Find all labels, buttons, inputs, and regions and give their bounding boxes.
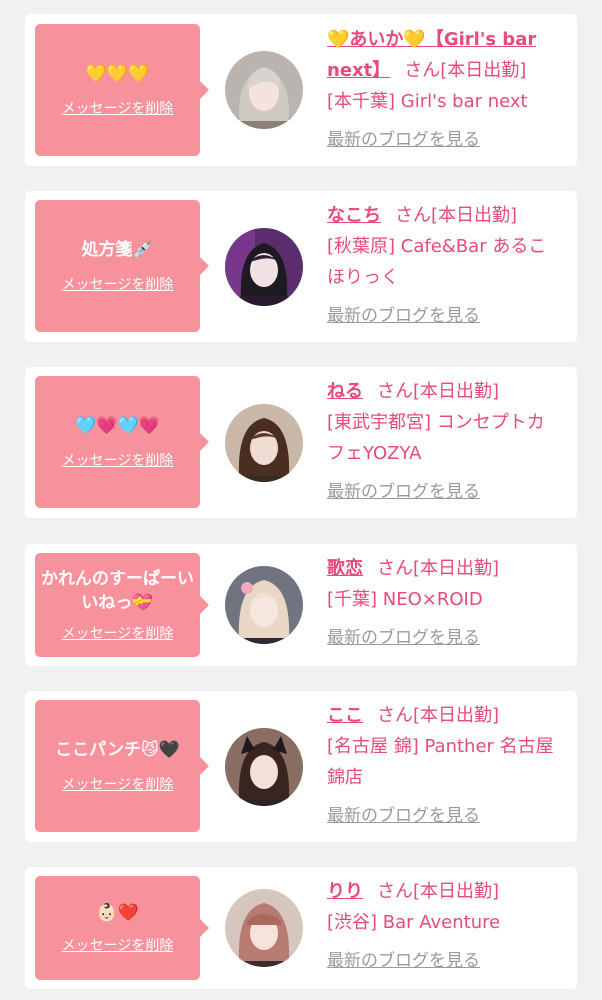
cast-info: ねる さん[本日出勤] [東武宇都宮] コンセプトカフェYOZYA 最新のブログを…	[327, 376, 559, 508]
shop-name: [名古屋 錦] Panther 名古屋錦店	[327, 736, 554, 788]
honorific: さん	[377, 881, 413, 902]
delete-message-link[interactable]: メッセージを削除	[62, 774, 174, 794]
shop-name: [渋谷] Bar Aventure	[327, 912, 501, 933]
honorific: さん	[395, 205, 431, 226]
shop-name: [千葉] NEO×ROID	[327, 589, 483, 610]
message-card: ここパンチ😼🖤 メッセージを削除 ここ さん[本日出勤] [名古屋 錦] Pant…	[25, 691, 577, 842]
status-badge: [本日出勤]	[431, 205, 518, 226]
avatar[interactable]	[225, 228, 303, 306]
avatar[interactable]	[225, 404, 303, 482]
cast-info: りり さん[本日出勤] [渋谷] Bar Aventure 最新のブログを見る	[327, 876, 559, 977]
latest-blog-link[interactable]: 最新のブログを見る	[327, 125, 559, 156]
profile-photo-icon	[225, 889, 303, 967]
message-bubble: かれんのすーぱーいいねっ💝 メッセージを削除	[35, 553, 209, 657]
cast-name-link[interactable]: ここ	[327, 705, 363, 726]
honorific: さん	[377, 381, 413, 402]
message-text: かれんのすーぱーいいねっ💝	[41, 569, 194, 613]
shop-name: [本千葉] Girl's bar next	[327, 91, 528, 112]
message-text: ここパンチ😼🖤	[55, 740, 180, 760]
message-card: 💛💛💛 メッセージを削除 💛あいか💛【Girl's bar next】 さん[本日…	[25, 14, 577, 166]
message-bubble: 🩵💗🩵💗 メッセージを削除	[35, 376, 209, 508]
shop-name: [秋葉原] Cafe&Bar あるこほりっく	[327, 236, 547, 288]
cast-info: ここ さん[本日出勤] [名古屋 錦] Panther 名古屋錦店 最新のブログを…	[327, 700, 559, 832]
message-text: 処方箋💉	[81, 240, 154, 260]
profile-photo-icon	[225, 404, 303, 482]
cast-name-link[interactable]: なこち	[327, 205, 381, 226]
latest-blog-link[interactable]: 最新のブログを見る	[327, 477, 559, 508]
cast-name-link[interactable]: 歌恋	[327, 558, 363, 579]
avatar[interactable]	[225, 728, 303, 806]
status-badge: [本日出勤]	[413, 881, 500, 902]
message-bubble: 👶🏻❤️ メッセージを削除	[35, 876, 209, 980]
latest-blog-link[interactable]: 最新のブログを見る	[327, 946, 559, 977]
avatar[interactable]	[225, 889, 303, 967]
latest-blog-link[interactable]: 最新のブログを見る	[327, 623, 559, 654]
delete-message-link[interactable]: メッセージを削除	[62, 623, 174, 643]
message-text: 🩵💗🩵💗	[75, 416, 160, 436]
message-card: 👶🏻❤️ メッセージを削除 りり さん[本日出勤] [渋谷] Bar Aventu…	[25, 867, 577, 989]
delete-message-link[interactable]: メッセージを削除	[62, 935, 174, 955]
status-badge: [本日出勤]	[413, 705, 500, 726]
honorific: さん	[404, 60, 441, 81]
status-badge: [本日出勤]	[413, 558, 500, 579]
status-badge: [本日出勤]	[440, 60, 527, 81]
message-bubble: 処方箋💉 メッセージを削除	[35, 200, 209, 332]
message-bubble: ここパンチ😼🖤 メッセージを削除	[35, 700, 209, 832]
message-bubble: 💛💛💛 メッセージを削除	[35, 24, 209, 156]
status-badge: [本日出勤]	[413, 381, 500, 402]
cast-name-link[interactable]: りり	[327, 881, 363, 902]
latest-blog-link[interactable]: 最新のブログを見る	[327, 301, 559, 332]
cast-info: 歌恋 さん[本日出勤] [千葉] NEO×ROID 最新のブログを見る	[327, 553, 559, 654]
shop-name: [東武宇都宮] コンセプトカフェYOZYA	[327, 412, 545, 464]
delete-message-link[interactable]: メッセージを削除	[62, 98, 174, 118]
profile-photo-icon	[225, 728, 303, 806]
avatar[interactable]	[225, 51, 303, 129]
profile-photo-icon	[225, 51, 303, 129]
message-text: 👶🏻❤️	[96, 903, 139, 923]
honorific: さん	[377, 705, 413, 726]
cast-name-link[interactable]: ねる	[327, 381, 363, 402]
latest-blog-link[interactable]: 最新のブログを見る	[327, 801, 559, 832]
honorific: さん	[377, 558, 413, 579]
delete-message-link[interactable]: メッセージを削除	[62, 450, 174, 470]
avatar[interactable]	[225, 566, 303, 644]
cast-info: 💛あいか💛【Girl's bar next】 さん[本日出勤] [本千葉] Gir…	[327, 24, 559, 156]
message-card: 処方箋💉 メッセージを削除 なこち さん[本日出勤] [秋葉原] Cafe&Bar…	[25, 191, 577, 342]
cast-info: なこち さん[本日出勤] [秋葉原] Cafe&Bar あるこほりっく 最新のブロ…	[327, 200, 559, 332]
message-text: 💛💛💛	[85, 64, 150, 84]
delete-message-link[interactable]: メッセージを削除	[62, 274, 174, 294]
profile-photo-icon	[225, 228, 303, 306]
message-card: 🩵💗🩵💗 メッセージを削除 ねる さん[本日出勤] [東武宇都宮] コンセプトカフ…	[25, 367, 577, 518]
profile-photo-icon	[225, 566, 303, 644]
message-card: かれんのすーぱーいいねっ💝 メッセージを削除 歌恋 さん[本日出勤] [千葉] N…	[25, 544, 577, 666]
